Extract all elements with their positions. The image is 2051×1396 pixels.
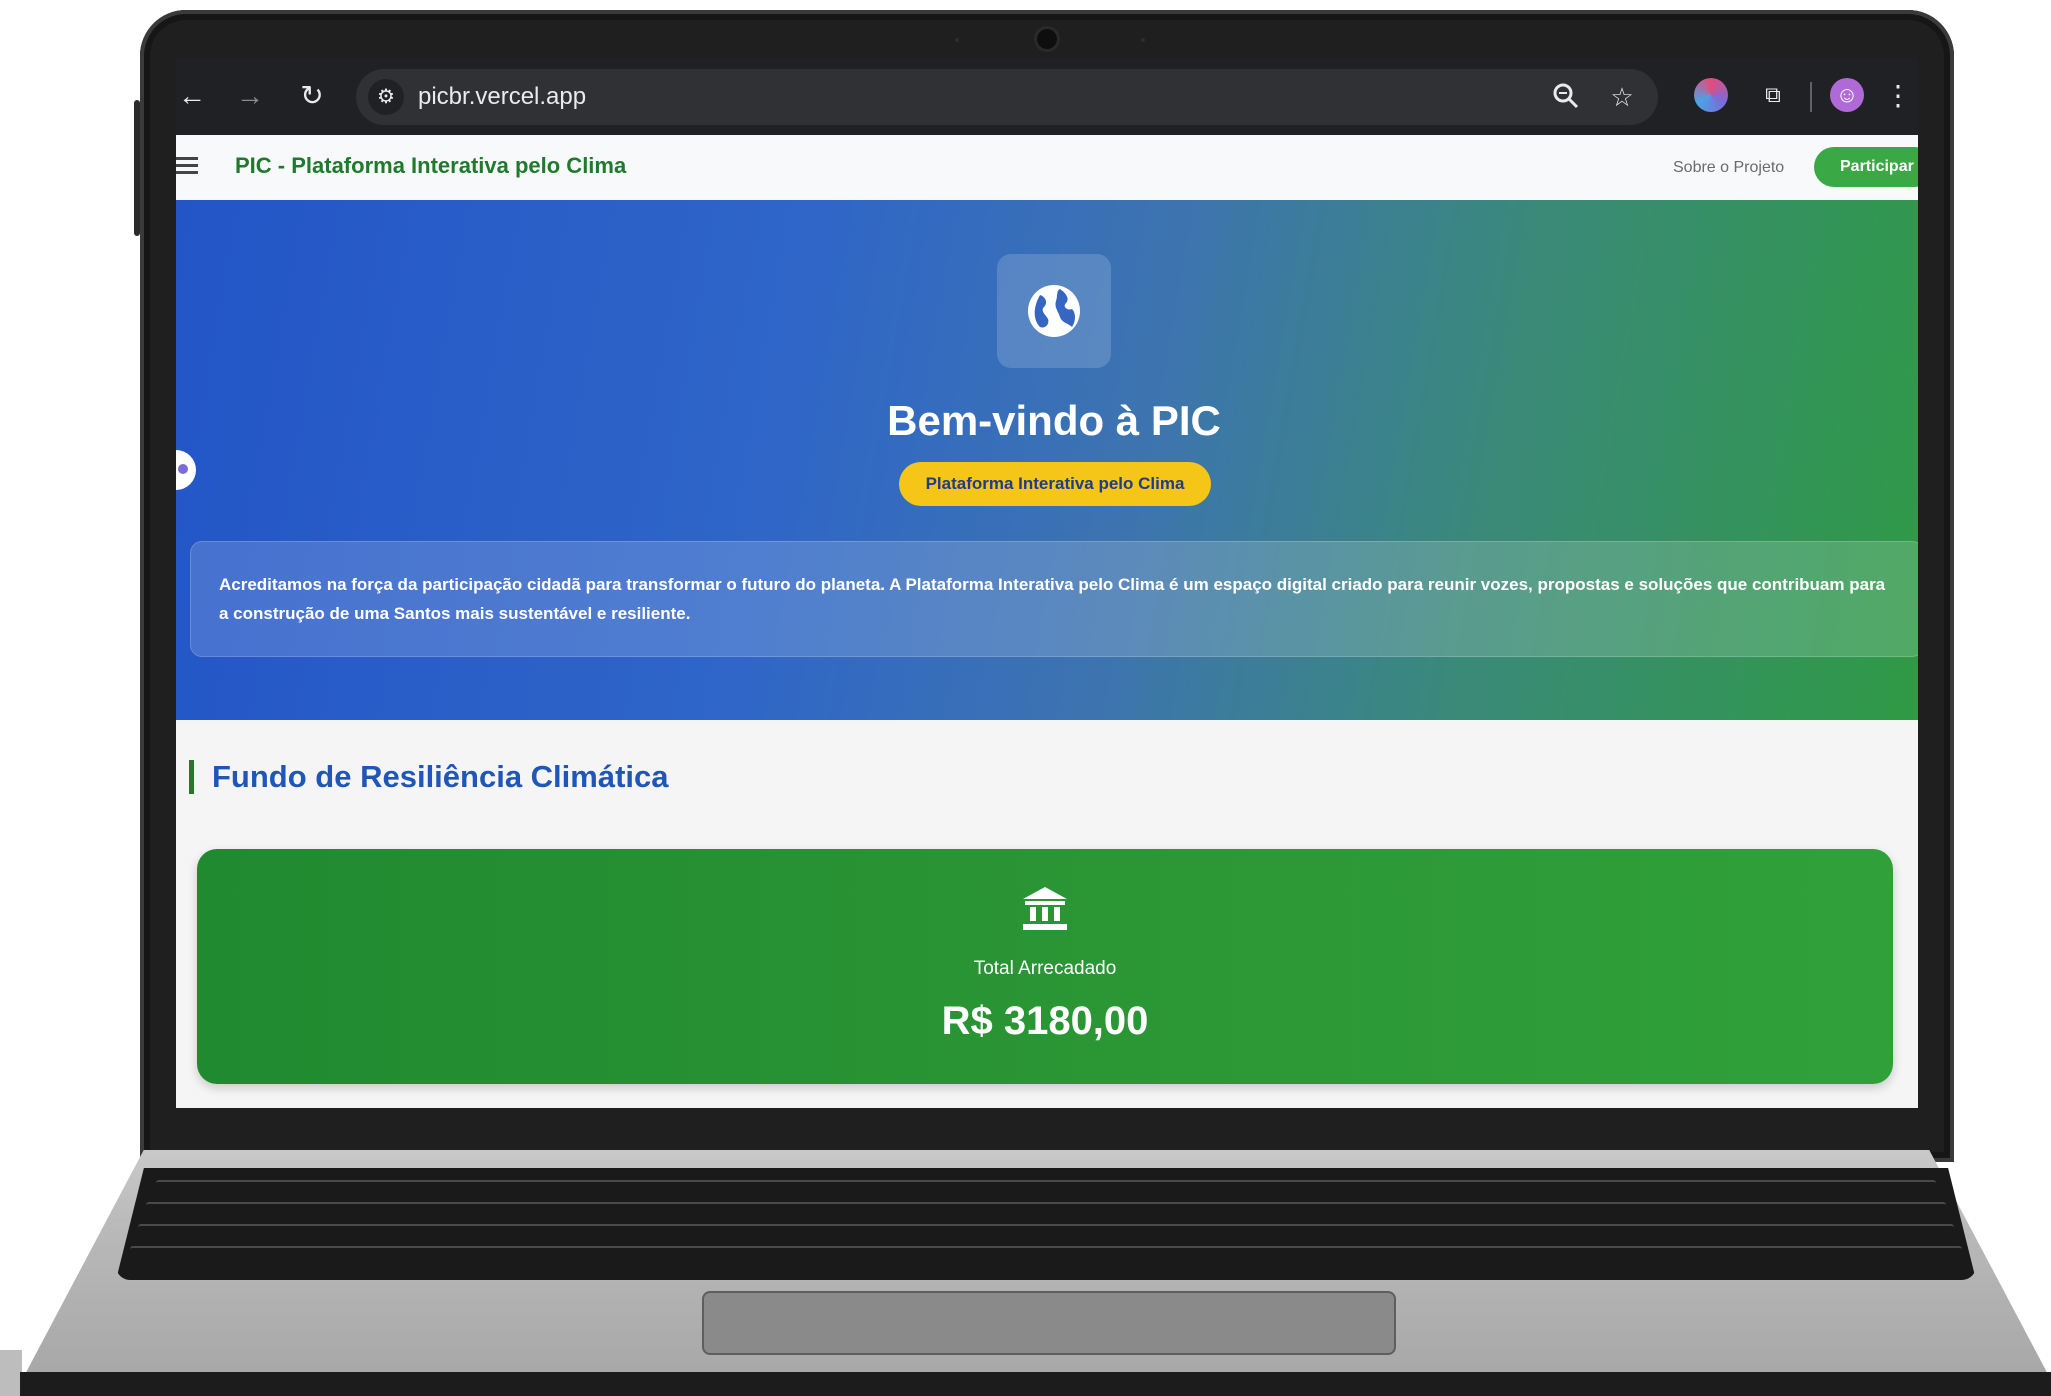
forward-icon[interactable]: → [234, 80, 266, 112]
hamburger-icon[interactable] [176, 157, 198, 175]
floating-assistant-icon[interactable] [176, 450, 196, 490]
laptop-base-corner [0, 1350, 22, 1396]
key-row [130, 1246, 1962, 1262]
fund-label: Total Arrecadado [973, 958, 1117, 979]
fund-section: Fundo de Resiliência Climática Total Arr… [176, 720, 1918, 1108]
key-row [138, 1224, 1954, 1240]
trackpad [702, 1291, 1396, 1355]
laptop-hinge-edge [134, 100, 140, 236]
site-header: PIC - Plataforma Interativa pelo Clima S… [176, 135, 1918, 201]
section-title: Fundo de Resiliência Climática [189, 760, 669, 794]
zoom-icon[interactable] [1550, 81, 1582, 113]
laptop-base-lip [20, 1372, 2051, 1396]
reload-icon[interactable]: ↻ [296, 80, 328, 112]
webcam [1037, 29, 1057, 49]
fund-total-value: R$ 3180,00 [941, 999, 1149, 1043]
participar-button[interactable]: Participar [1814, 147, 1918, 187]
bank-icon [1023, 887, 1067, 930]
bookmark-star-icon[interactable]: ☆ [1606, 81, 1638, 113]
camera-sensor-dot [1141, 38, 1145, 42]
address-bar[interactable]: ⚙ picbr.vercel.app ☆ [356, 69, 1658, 125]
brain-extension-icon[interactable] [1694, 78, 1728, 112]
key-row [146, 1202, 1946, 1218]
toolbar-divider [1810, 82, 1812, 112]
keyboard [116, 1168, 1976, 1280]
key-row [156, 1180, 1936, 1196]
hero-banner: Bem-vindo à PIC Plataforma Interativa pe… [176, 200, 1918, 720]
globe-icon [1028, 285, 1080, 337]
browser-toolbar: ← → ↻ ⚙ picbr.vercel.app ☆ ⧉ ☺ ⋮ [176, 58, 1918, 135]
hero-badge: Plataforma Interativa pelo Clima [899, 462, 1211, 506]
profile-avatar-icon[interactable]: ☺ [1830, 78, 1864, 112]
puzzle-icon[interactable]: ⧉ [1756, 78, 1790, 112]
fund-card: Total Arrecadado R$ 3180,00 [197, 849, 1893, 1084]
site-brand[interactable]: PIC - Plataforma Interativa pelo Clima [235, 153, 626, 179]
intro-text: Acreditamos na força da participação cid… [190, 541, 1918, 657]
url-text[interactable]: picbr.vercel.app [418, 83, 586, 111]
hero-icon-box [997, 254, 1111, 368]
site-info-icon[interactable]: ⚙ [368, 79, 404, 115]
hero-title: Bem-vindo à PIC [887, 397, 1221, 444]
nav-link-sobre[interactable]: Sobre o Projeto [1673, 159, 1784, 177]
camera-sensor-dot [955, 38, 959, 42]
more-vert-icon[interactable]: ⋮ [1884, 80, 1912, 112]
back-icon[interactable]: ← [176, 80, 208, 112]
laptop-screen: ← → ↻ ⚙ picbr.vercel.app ☆ ⧉ ☺ ⋮ PIC - P… [176, 58, 1918, 1108]
